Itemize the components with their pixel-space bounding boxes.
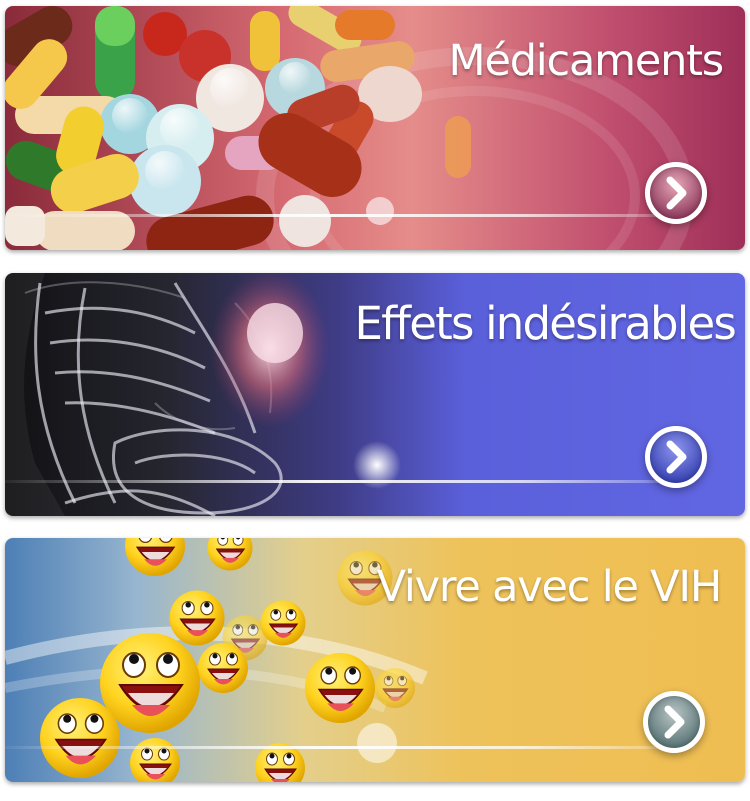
open-effets-indesirables-button[interactable] xyxy=(645,426,707,488)
card-title-medicaments: Médicaments xyxy=(448,36,725,86)
open-vivre-avec-le-vih-button[interactable] xyxy=(643,691,705,753)
divider-line xyxy=(5,480,695,483)
divider-line xyxy=(5,214,695,217)
chevron-right-icon xyxy=(666,176,687,210)
chevron-right-icon xyxy=(664,705,685,739)
menu-card-vivre-avec-le-vih[interactable]: Vivre avec le VIH xyxy=(5,538,745,782)
menu-card-medicaments[interactable]: Médicaments xyxy=(5,6,745,250)
card-title-effets-indesirables: Effets indésirables xyxy=(354,297,737,350)
card-title-vivre-avec-le-vih: Vivre avec le VIH xyxy=(376,562,723,612)
divider-line xyxy=(5,746,695,749)
chevron-right-icon xyxy=(666,440,687,474)
open-medicaments-button[interactable] xyxy=(645,162,707,224)
menu-card-effets-indesirables[interactable]: Effets indésirables xyxy=(5,273,745,516)
